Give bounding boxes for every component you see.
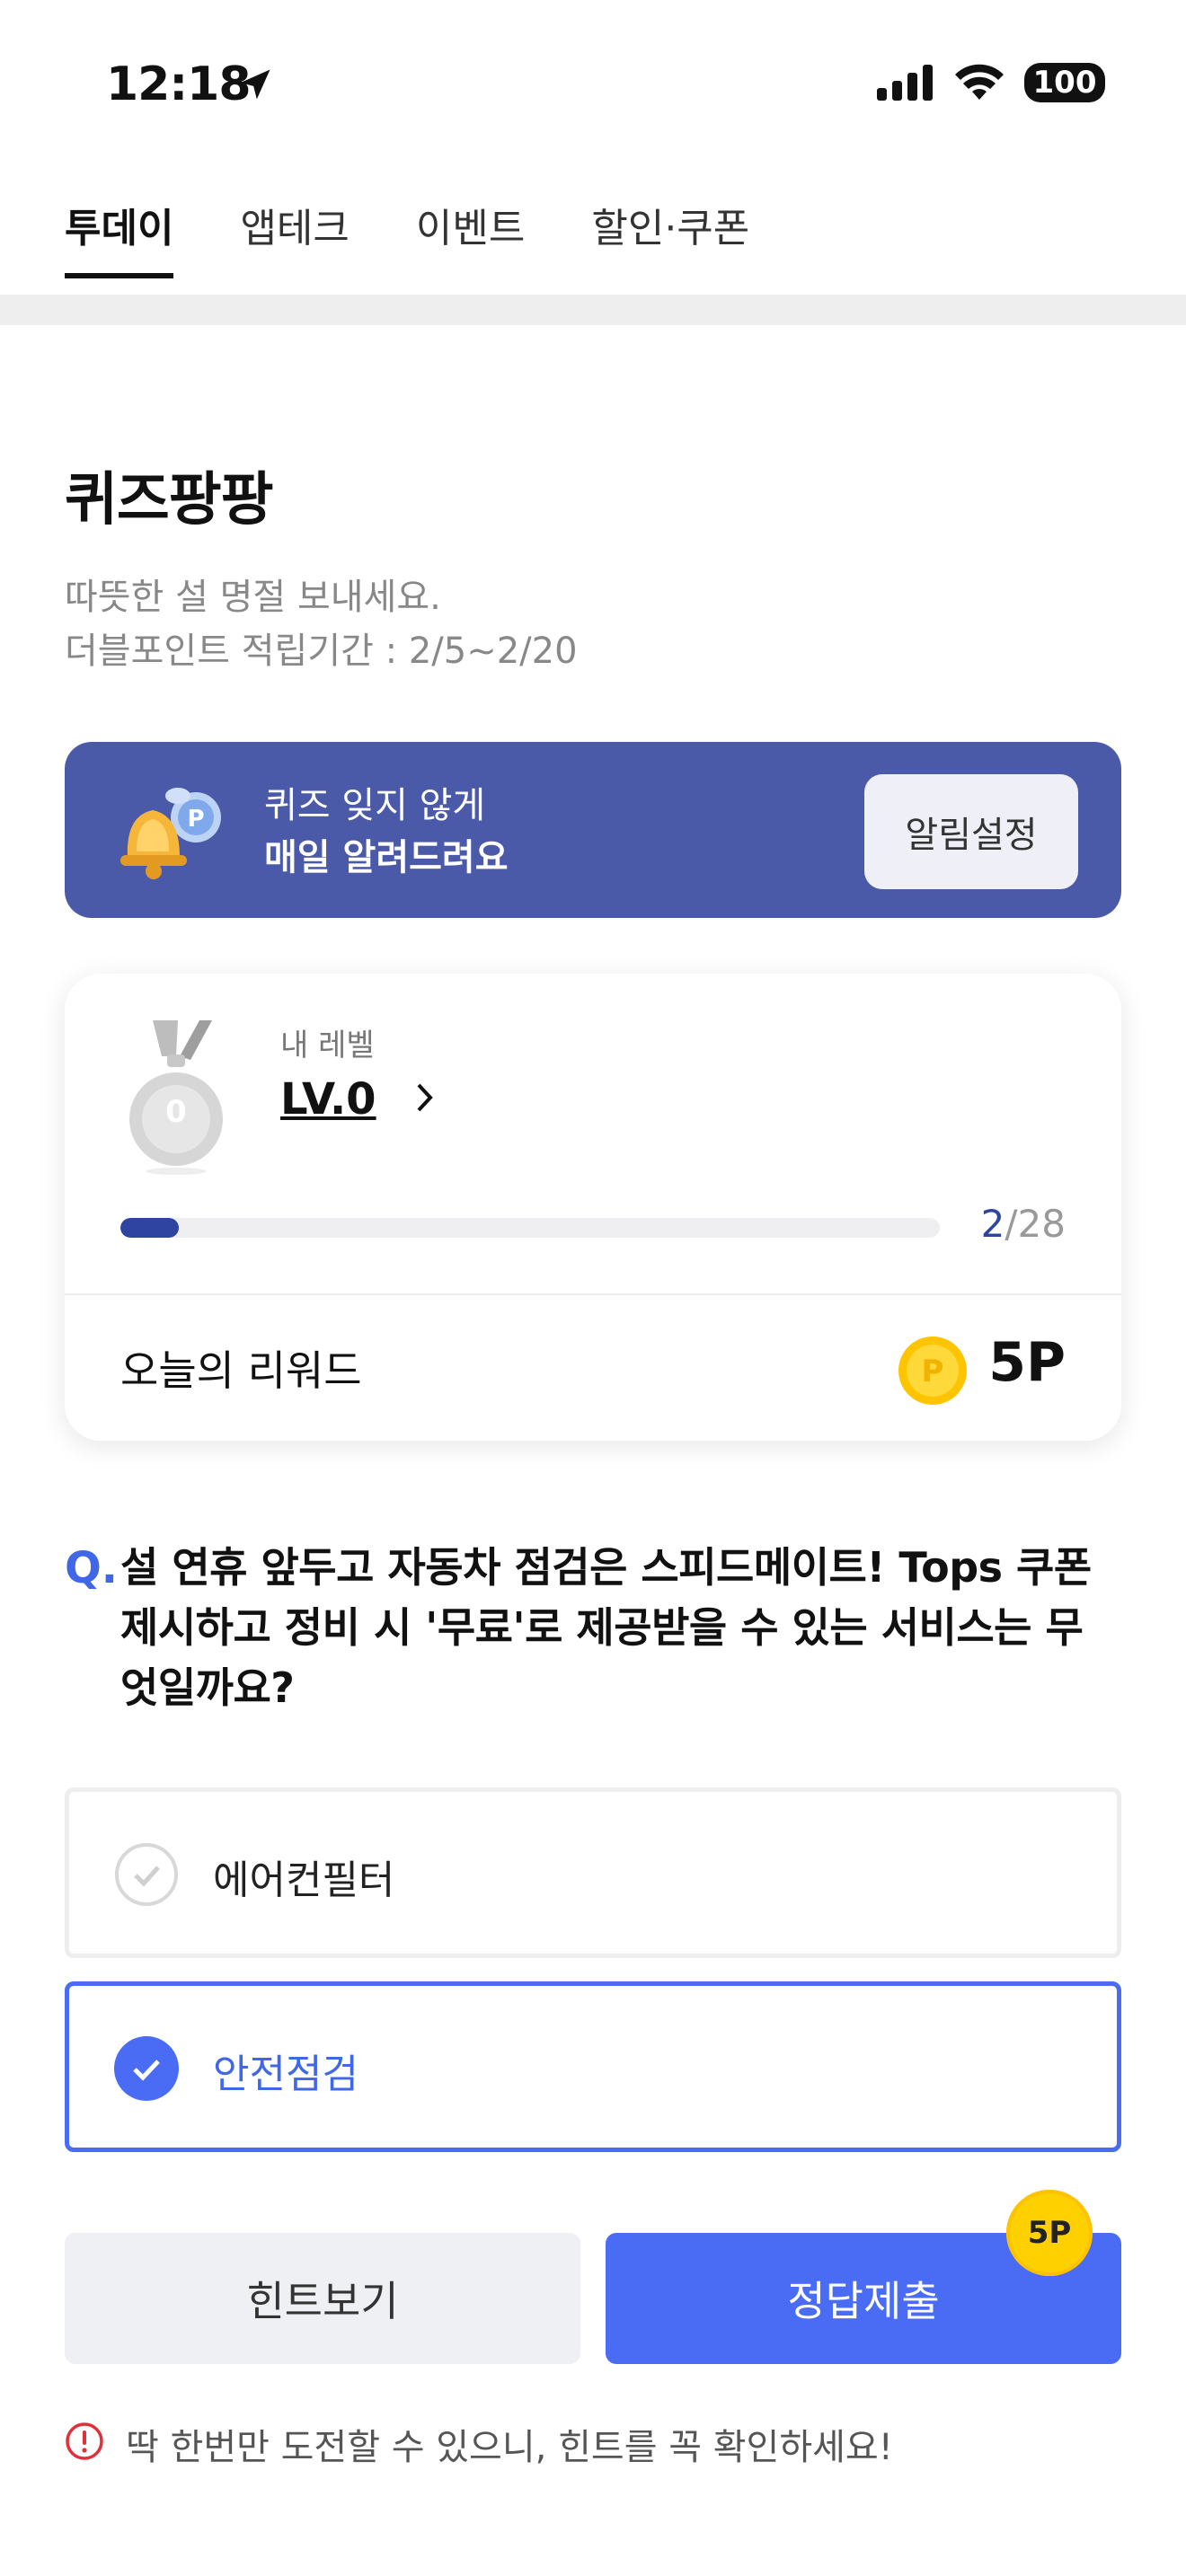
tab-event[interactable]: 이벤트	[416, 196, 525, 278]
today-reward-label: 오늘의 리워드	[120, 1346, 362, 1395]
svg-text:P: P	[922, 1354, 944, 1389]
chevron-right-icon[interactable]	[415, 1080, 435, 1116]
status-time: 12:18	[106, 57, 252, 111]
unchecked-circle-icon	[115, 1843, 178, 1906]
status-indicators: 100	[877, 63, 1105, 102]
answer-option-1[interactable]: 에어컨필터	[65, 1787, 1121, 1958]
battery-indicator: 100	[1024, 63, 1105, 102]
level-progress-bar	[120, 1218, 940, 1238]
location-arrow-icon	[240, 69, 270, 100]
notification-settings-button[interactable]: 알림설정	[864, 774, 1078, 889]
progress-total: /28	[1005, 1202, 1066, 1246]
progress-current: 2	[980, 1202, 1005, 1246]
hint-button[interactable]: 힌트보기	[65, 2233, 580, 2364]
level-progress-fill	[120, 1218, 180, 1238]
my-level-label: 내 레벨	[280, 1028, 375, 1063]
checked-circle-icon	[114, 2036, 179, 2101]
level-card: 0 내 레벨 LV.0 2/28 오늘의 리워드 P 5P	[65, 974, 1121, 1441]
answer-option-1-label: 에어컨필터	[213, 1857, 395, 1903]
level-link[interactable]: LV.0	[280, 1074, 376, 1125]
answer-option-2[interactable]: 안전점검	[65, 1981, 1121, 2152]
warning-icon	[66, 2422, 103, 2460]
answer-option-2-label: 안전점검	[213, 2051, 358, 2097]
wifi-icon	[955, 64, 1004, 100]
medal-number: 0	[165, 1094, 187, 1130]
one-attempt-notice: 딱 한번만 도전할 수 있으니, 힌트를 꼭 확인하세요!	[126, 2427, 893, 2468]
page-title: 퀴즈팡팡	[65, 467, 274, 534]
tab-coupon[interactable]: 할인·쿠폰	[591, 196, 749, 278]
section-divider	[0, 295, 1186, 325]
notification-banner: P 퀴즈 잊지 않게 매일 알려드려요 알림설정	[65, 742, 1121, 918]
signal-icon	[877, 65, 933, 101]
banner-text-line1: 퀴즈 잊지 않게	[264, 785, 486, 826]
question-prefix: Q.	[65, 1543, 119, 1593]
tab-today[interactable]: 투데이	[65, 196, 174, 278]
question-text: 설 연휴 앞두고 자동차 점검은 스피드메이트! Tops 쿠폰 제시하고 정비…	[120, 1543, 1092, 1712]
level-progress-count: 2/28	[981, 1202, 1066, 1246]
coin-icon: P	[898, 1337, 967, 1405]
tab-apptech[interactable]: 앱테크	[240, 196, 349, 278]
today-reward-value: 5P	[988, 1331, 1066, 1394]
submit-reward-badge: 5P	[1006, 2190, 1093, 2276]
bell-coin-icon: P	[120, 788, 221, 879]
banner-text-line2: 매일 알려드려요	[264, 837, 509, 878]
svg-text:P: P	[187, 806, 204, 833]
page-subtitle-1: 따뜻한 설 명절 보내세요.	[65, 577, 441, 618]
card-divider	[65, 1293, 1121, 1295]
top-tabs: 투데이 앱테크 이벤트 할인·쿠폰	[65, 196, 749, 278]
page-subtitle-2: 더블포인트 적립기간 : 2/5~2/20	[65, 631, 578, 672]
